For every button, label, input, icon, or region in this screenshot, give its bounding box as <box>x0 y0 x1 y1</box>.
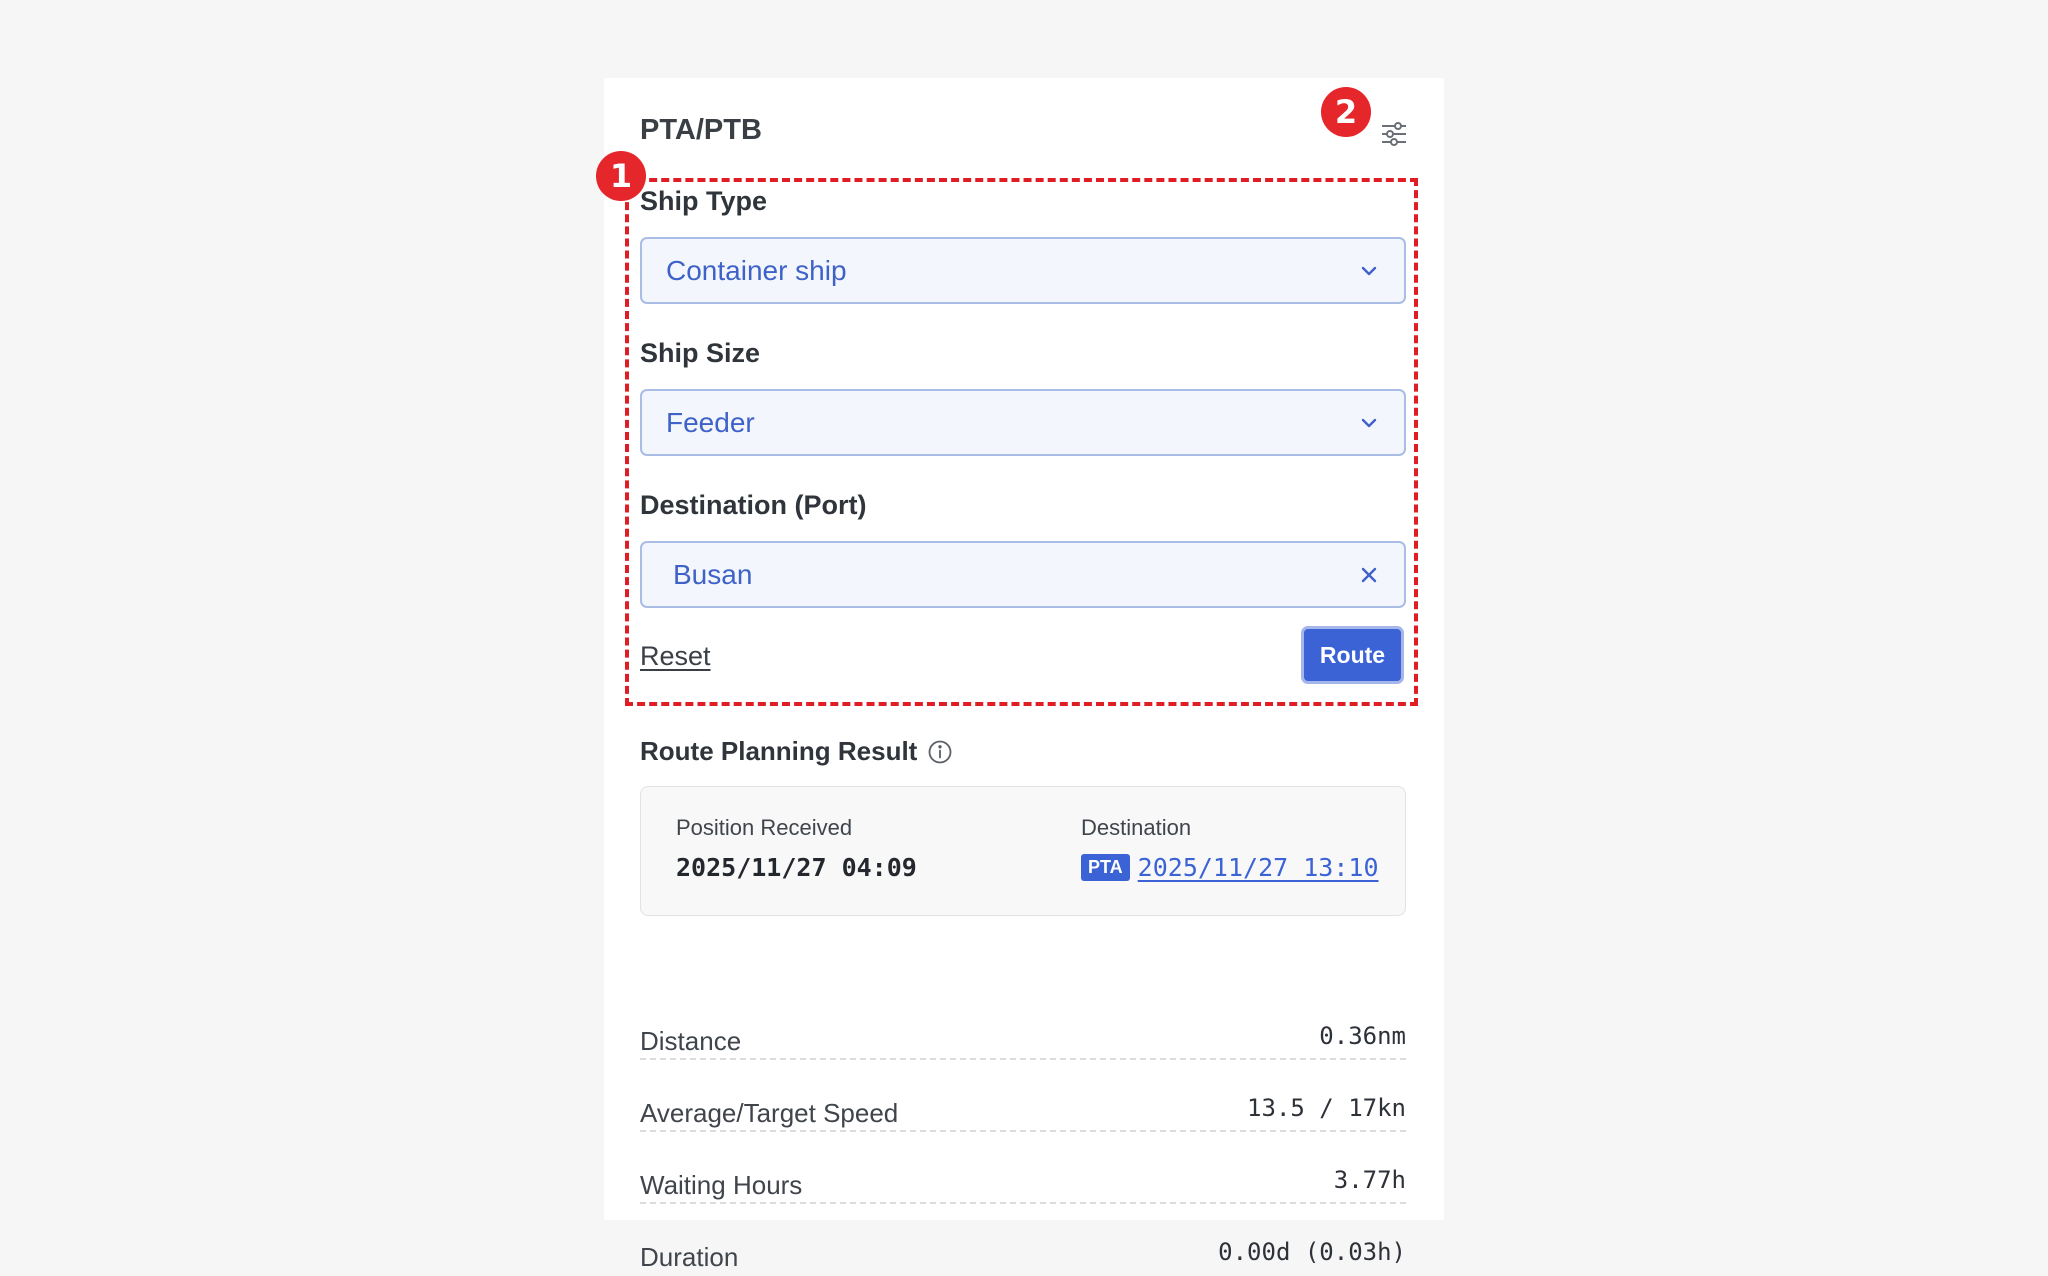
route-planning-result-heading: Route Planning Result <box>640 736 953 767</box>
result-summary-card: Position Received 2025/11/27 04:09 Desti… <box>640 786 1406 916</box>
destination-label: Destination (Port) <box>640 490 867 520</box>
sliders-icon <box>1382 122 1406 146</box>
ship-type-value: Container ship <box>666 254 847 286</box>
reset-link[interactable]: Reset <box>640 641 711 672</box>
destination-result-value: PTA 2025/11/27 13:10 <box>1081 853 1379 882</box>
stat-row-waiting: Waiting Hours 3.77h <box>640 1132 1406 1204</box>
position-received-label: Position Received <box>676 815 853 840</box>
stat-label: Average/Target Speed <box>640 1098 899 1128</box>
stat-row-distance: Distance 0.36nm <box>640 988 1406 1060</box>
settings-button[interactable] <box>1374 114 1414 154</box>
info-icon[interactable] <box>927 739 953 765</box>
destination-value: Busan <box>673 558 753 590</box>
panel-title: PTA/PTB <box>640 114 762 146</box>
chevron-down-icon <box>1360 417 1378 429</box>
position-received-value: 2025/11/27 04:09 <box>676 853 917 882</box>
result-title: Route Planning Result <box>640 736 918 766</box>
chevron-down-icon <box>1360 265 1378 277</box>
destination-select[interactable]: Busan <box>640 541 1406 608</box>
pta-ptb-panel: PTA/PTB Ship Type Container ship Ship Si… <box>604 78 1444 1272</box>
stat-label: Waiting Hours <box>640 1170 803 1200</box>
stat-value: 0.00d (0.03h) <box>1218 1238 1406 1266</box>
ship-type-select[interactable]: Container ship <box>640 237 1406 304</box>
stat-value: 3.77h <box>1333 1166 1406 1194</box>
annotation-badge-1: 1 <box>596 151 646 201</box>
stat-label: Duration <box>640 1242 739 1272</box>
clear-icon[interactable] <box>1360 566 1378 584</box>
ship-size-label: Ship Size <box>640 338 761 368</box>
pta-tag: PTA <box>1081 854 1130 881</box>
pta-time-link[interactable]: 2025/11/27 13:10 <box>1138 853 1379 882</box>
stat-value: 13.5 / 17kn <box>1247 1094 1406 1122</box>
stat-value: 0.36nm <box>1319 1022 1406 1050</box>
destination-result-label: Destination <box>1081 815 1192 840</box>
stat-label: Distance <box>640 1026 742 1056</box>
ship-size-select[interactable]: Feeder <box>640 389 1406 456</box>
route-button[interactable]: Route <box>1301 626 1404 684</box>
stat-row-speed: Average/Target Speed 13.5 / 17kn <box>640 1060 1406 1132</box>
ship-type-label: Ship Type <box>640 186 768 216</box>
stat-row-duration: Duration 0.00d (0.03h) <box>640 1204 1406 1276</box>
ship-size-value: Feeder <box>666 406 755 438</box>
annotation-badge-2: 2 <box>1321 87 1371 137</box>
